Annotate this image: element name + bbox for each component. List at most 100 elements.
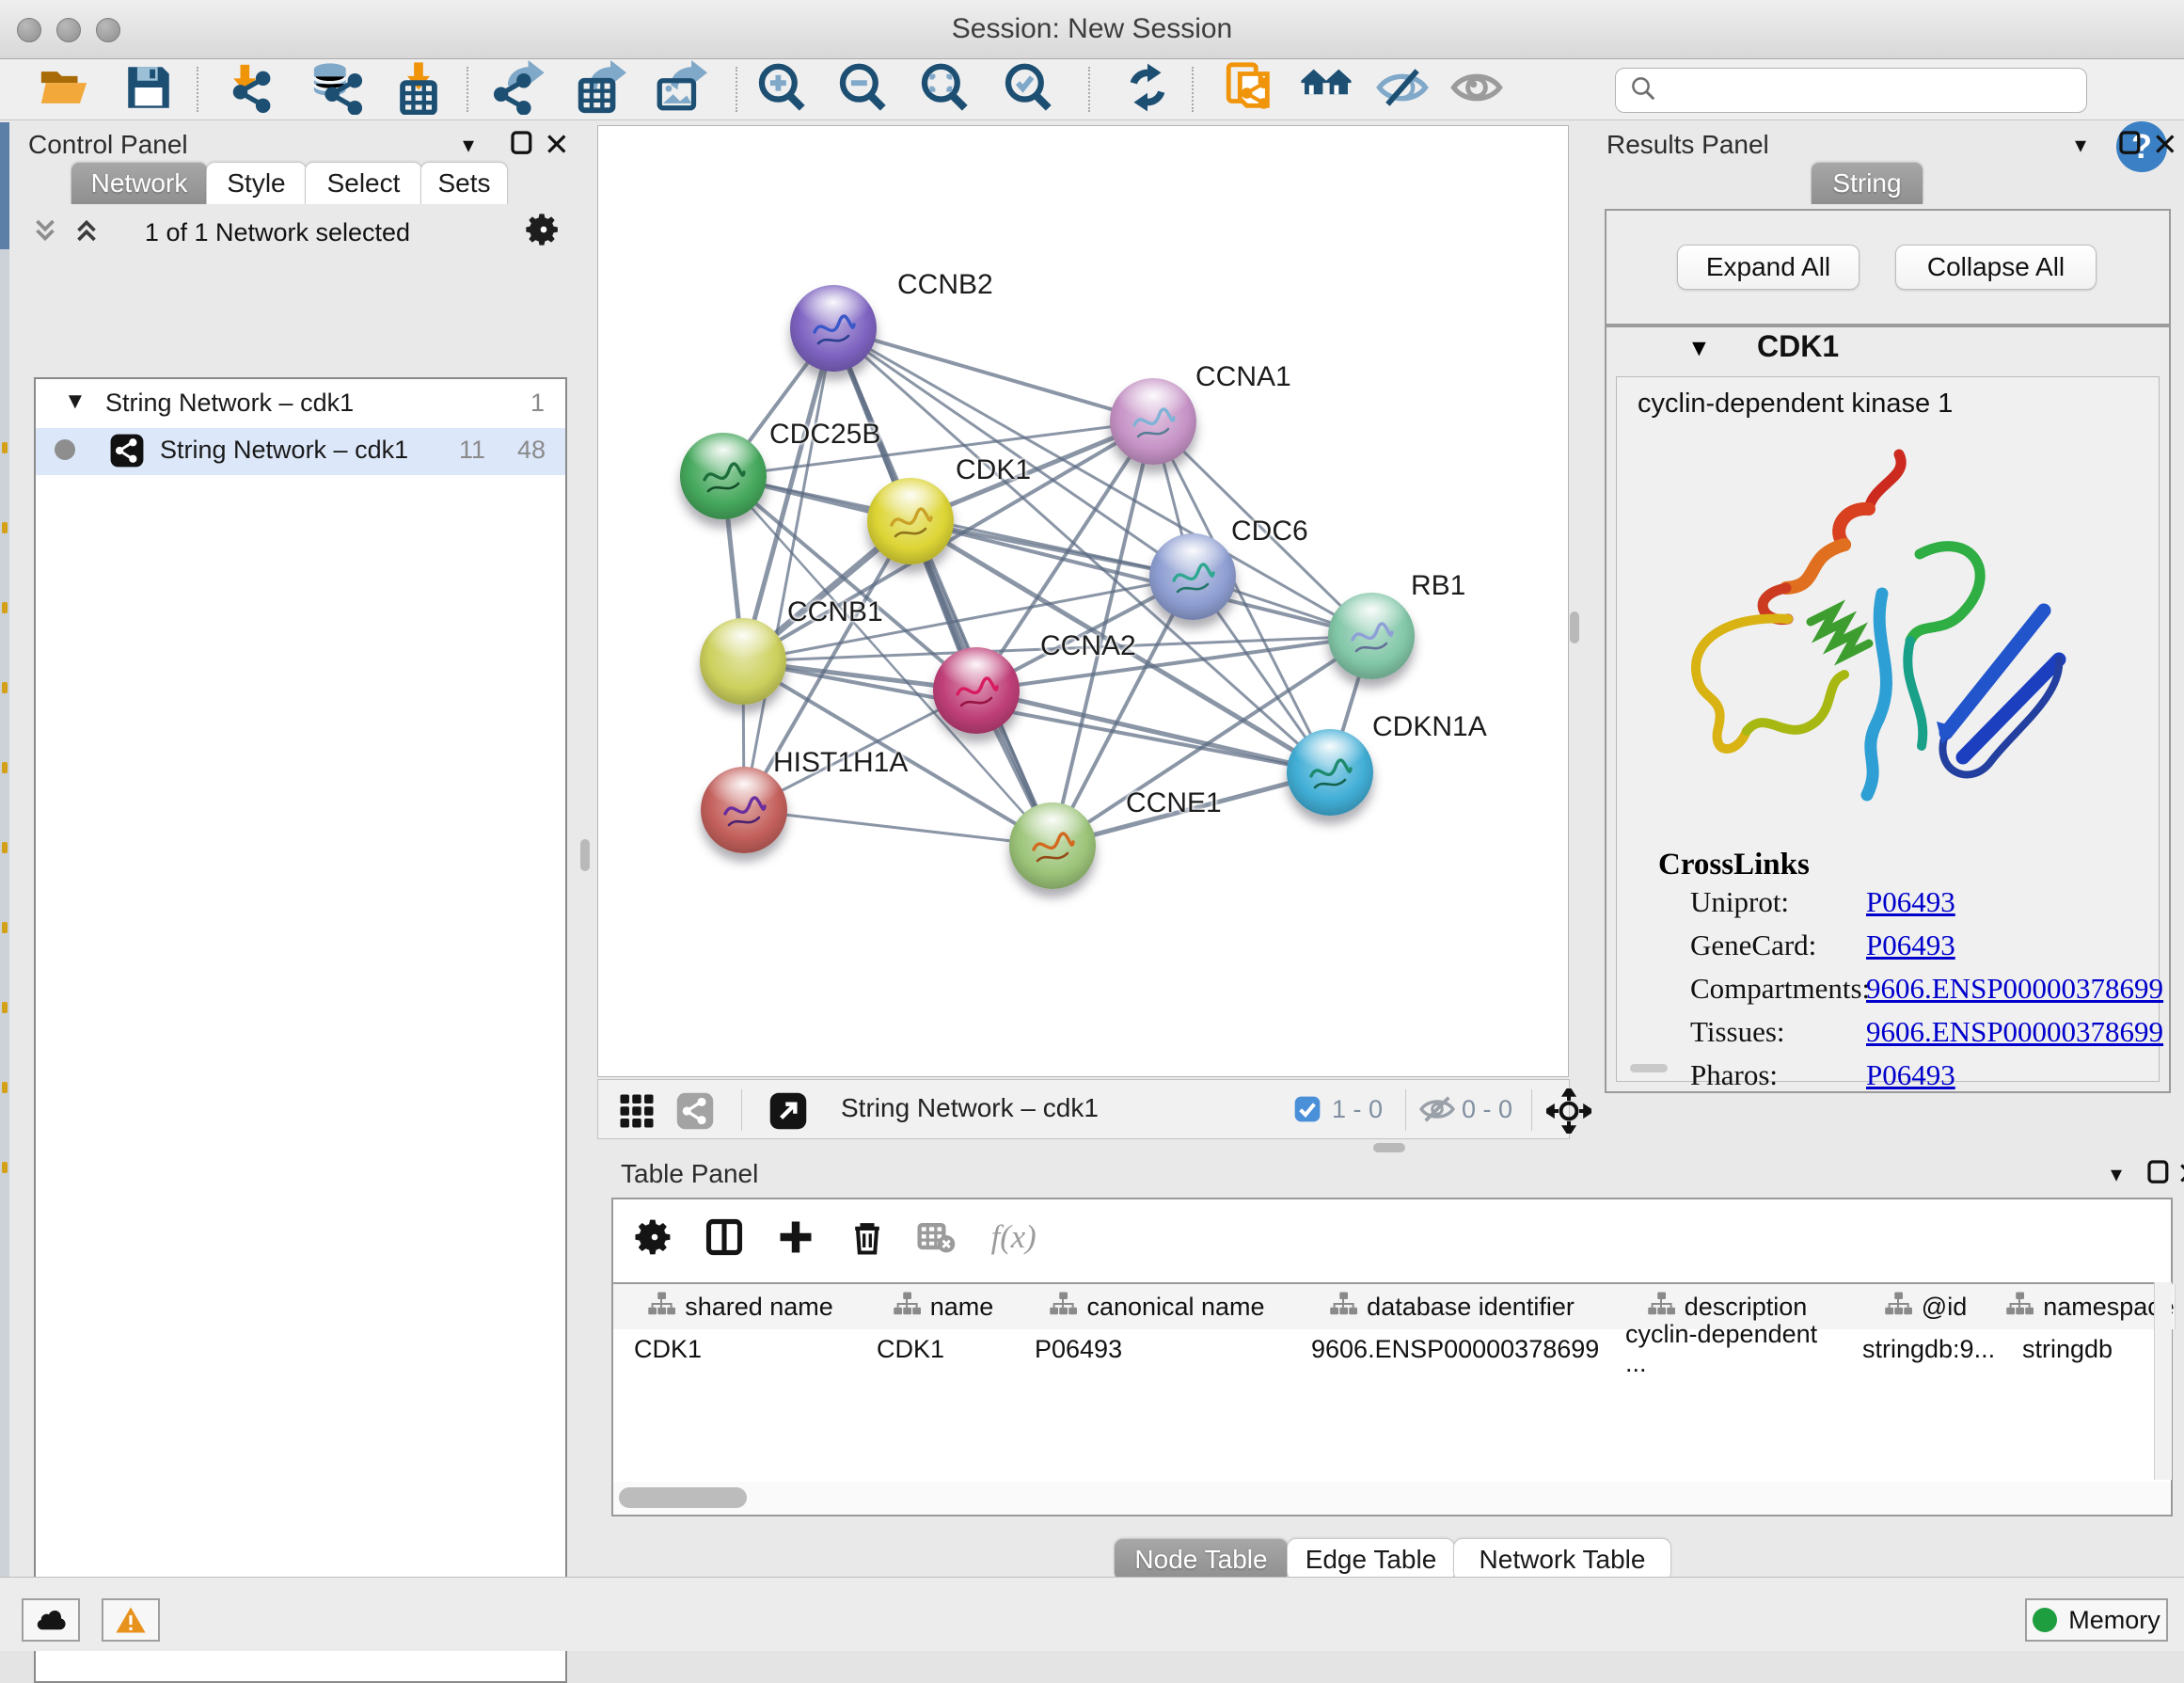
column-header-shared-name[interactable]: shared name bbox=[613, 1284, 868, 1329]
network-share-view-icon[interactable] bbox=[675, 1091, 715, 1135]
table-columns-button[interactable] bbox=[704, 1216, 745, 1262]
close-panel-icon[interactable]: ✕ bbox=[2152, 126, 2178, 163]
cell-database-identifier[interactable]: 9606.ENSP00000378699 bbox=[1311, 1329, 1606, 1369]
toolbar-refresh-button[interactable] bbox=[1116, 62, 1179, 117]
toolbar-import-table-button[interactable] bbox=[388, 62, 450, 117]
cell-@id[interactable]: stringdb:9... bbox=[1862, 1329, 2003, 1369]
memory-button[interactable]: Memory bbox=[2025, 1598, 2168, 1642]
collapse-all-button[interactable]: Collapse All bbox=[1895, 245, 2097, 290]
column-header-canonical-name[interactable]: canonical name bbox=[1019, 1284, 1296, 1329]
cell-shared-name[interactable]: CDK1 bbox=[634, 1329, 869, 1369]
float-panel-icon[interactable] bbox=[2116, 128, 2144, 161]
float-panel-icon[interactable] bbox=[508, 128, 536, 161]
toolbar-export-image-button[interactable] bbox=[649, 62, 711, 117]
node-CCNB2[interactable] bbox=[790, 285, 877, 372]
toolbar-open-file-button[interactable] bbox=[33, 62, 95, 117]
protein-thumbnail-icon bbox=[1306, 754, 1354, 797]
close-panel-icon[interactable]: ✕ bbox=[544, 126, 570, 163]
network-options-gear-icon[interactable] bbox=[525, 211, 562, 253]
gene-details: cyclin-dependent kinase 1 bbox=[1616, 376, 2160, 1082]
panel-menu-icon[interactable]: ▾ bbox=[463, 132, 474, 159]
search-field[interactable] bbox=[1615, 68, 2087, 113]
panel-menu-icon[interactable]: ▾ bbox=[2075, 132, 2086, 159]
table-vscrollbar[interactable] bbox=[2154, 1282, 2172, 1480]
close-panel-icon[interactable]: ✕ bbox=[2176, 1155, 2184, 1192]
cell-description[interactable]: cyclin-dependent ... bbox=[1625, 1329, 1844, 1369]
toolbar-zoom-out-button[interactable] bbox=[831, 62, 894, 117]
tab-select[interactable]: Select bbox=[305, 162, 422, 204]
tab-string[interactable]: String bbox=[1811, 162, 1923, 204]
cell-namespace[interactable]: stringdb bbox=[2022, 1329, 2173, 1369]
node-CDC6[interactable] bbox=[1149, 533, 1236, 620]
node-RB1[interactable] bbox=[1328, 593, 1415, 679]
crosslink-pharos-link[interactable]: P06493 bbox=[1866, 1058, 1955, 1092]
toolbar-save-session-button[interactable] bbox=[118, 62, 180, 117]
crosslink-genecard-link[interactable]: P06493 bbox=[1866, 929, 1955, 962]
node-CDC25B[interactable] bbox=[680, 433, 767, 519]
tab-edge-table[interactable]: Edge Table bbox=[1287, 1538, 1455, 1581]
splitter-handle-left[interactable] bbox=[580, 839, 590, 871]
crosslink-compartments-link[interactable]: 9606.ENSP00000378699 bbox=[1866, 972, 2163, 1006]
search-input[interactable] bbox=[1667, 75, 2079, 106]
cloud-status-button[interactable] bbox=[22, 1598, 80, 1642]
column-header-name[interactable]: name bbox=[867, 1284, 1020, 1329]
node-CDKN1A[interactable] bbox=[1287, 729, 1373, 816]
float-panel-icon[interactable] bbox=[2144, 1157, 2173, 1190]
tab-node-table[interactable]: Node Table bbox=[1114, 1538, 1289, 1581]
node-HIST1H1A[interactable] bbox=[701, 767, 787, 853]
toolbar-string-protein-query-button[interactable] bbox=[1218, 62, 1280, 117]
table-add-row-button[interactable] bbox=[775, 1216, 816, 1262]
tab-sets[interactable]: Sets bbox=[420, 162, 508, 204]
fit-selected-crosshair-icon[interactable] bbox=[1546, 1088, 1591, 1138]
table-delete-row-button[interactable] bbox=[847, 1216, 888, 1262]
cell-name[interactable]: CDK1 bbox=[877, 1329, 1009, 1369]
toolbar-import-network-file-button[interactable] bbox=[223, 62, 285, 117]
column-header-@id[interactable]: @id bbox=[1845, 1284, 2006, 1329]
toolbar-hide-unselected-button[interactable] bbox=[1371, 62, 1433, 117]
open-in-new-window-icon[interactable] bbox=[768, 1090, 809, 1136]
column-header-database-identifier[interactable]: database identifier bbox=[1295, 1284, 1609, 1329]
node-CCNB1[interactable] bbox=[700, 618, 786, 705]
crosslink-uniprot-link[interactable]: P06493 bbox=[1866, 885, 1955, 919]
splitter-handle-bottom[interactable] bbox=[1373, 1143, 1405, 1152]
cell-canonical-name[interactable]: P06493 bbox=[1035, 1329, 1292, 1369]
search-icon bbox=[1629, 74, 1657, 107]
tab-style[interactable]: Style bbox=[206, 162, 307, 204]
warning-status-button[interactable] bbox=[102, 1598, 160, 1642]
toolbar-zoom-fit-button[interactable] bbox=[913, 62, 975, 117]
toolbar-string-home-button[interactable] bbox=[1295, 62, 1357, 117]
collapse-all-icon[interactable] bbox=[28, 214, 62, 251]
table-function-button[interactable]: f(x) bbox=[988, 1216, 1046, 1262]
table-hscrollbar-thumb[interactable] bbox=[619, 1487, 747, 1508]
expand-all-icon[interactable] bbox=[70, 214, 103, 251]
details-hscrollbar[interactable] bbox=[1630, 1064, 1668, 1072]
table-gear-button[interactable] bbox=[634, 1216, 675, 1262]
toolbar-export-network-button[interactable] bbox=[488, 62, 550, 117]
toolbar-export-table-button[interactable] bbox=[568, 62, 630, 117]
tab-network[interactable]: Network bbox=[71, 162, 208, 204]
selected-checkbox-icon[interactable] bbox=[1292, 1094, 1322, 1129]
panel-menu-icon[interactable]: ▾ bbox=[2111, 1161, 2122, 1188]
table-delete-table-button[interactable] bbox=[916, 1216, 957, 1262]
hidden-eye-icon[interactable] bbox=[1418, 1093, 1456, 1130]
crosslink-tissues-link[interactable]: 9606.ENSP00000378699 bbox=[1866, 1015, 2163, 1049]
network-row-selected[interactable]: String Network – cdk1 11 48 bbox=[36, 428, 565, 475]
node-CCNA1[interactable] bbox=[1110, 378, 1196, 465]
network-tree: ▼ String Network – cdk1 1 String Network… bbox=[34, 377, 567, 1683]
node-CDK1[interactable] bbox=[867, 478, 954, 564]
toolbar-show-all-button[interactable] bbox=[1446, 62, 1508, 117]
column-header-namespace[interactable]: namespace bbox=[2005, 1284, 2176, 1329]
splitter-handle-right[interactable] bbox=[1570, 611, 1579, 643]
network-collection-row[interactable]: ▼ String Network – cdk1 1 bbox=[36, 387, 565, 428]
node-CCNA2[interactable] bbox=[933, 647, 1020, 734]
node-CCNE1[interactable] bbox=[1009, 802, 1096, 889]
tab-network-table[interactable]: Network Table bbox=[1453, 1538, 1671, 1581]
toolbar-zoom-in-button[interactable] bbox=[751, 62, 813, 117]
collapse-triangle-icon[interactable]: ▼ bbox=[64, 389, 87, 415]
toolbar-import-network-database-button[interactable] bbox=[306, 62, 368, 117]
section-collapse-icon[interactable]: ▼ bbox=[1687, 335, 1711, 362]
grid-view-icon[interactable] bbox=[617, 1091, 657, 1135]
network-canvas[interactable]: CCNB2 CCNA1 CDC25B CDK1 CDC6 RB1CCNB1 CC… bbox=[597, 125, 1569, 1077]
toolbar-zoom-selected-button[interactable] bbox=[997, 62, 1059, 117]
expand-all-button[interactable]: Expand All bbox=[1677, 245, 1860, 290]
